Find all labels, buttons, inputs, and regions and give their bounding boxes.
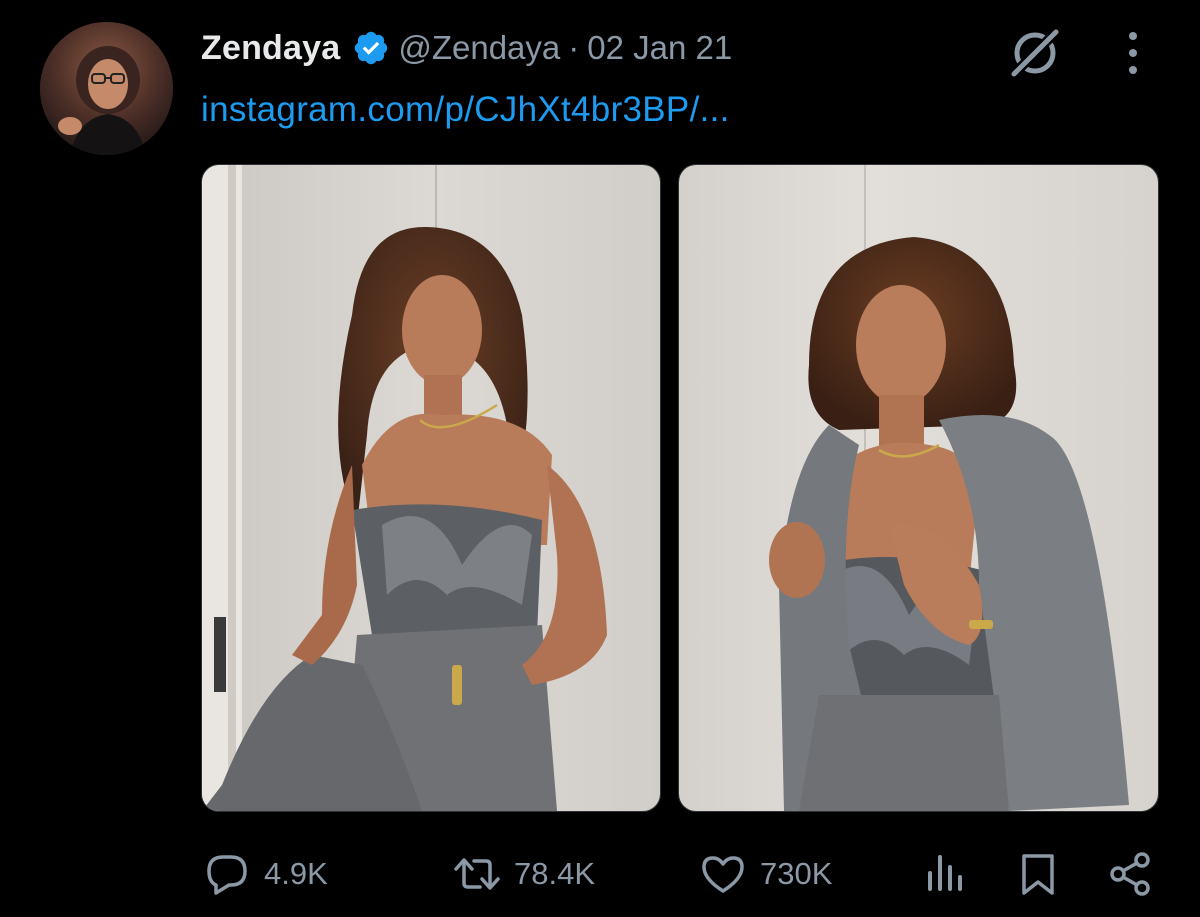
share-icon (1110, 852, 1150, 896)
share-button[interactable] (1106, 846, 1156, 902)
verified-badge-icon (352, 29, 390, 67)
retweet-count: 78.4K (514, 856, 596, 891)
tweet-link[interactable]: instagram.com/p/CJhXt4br3BP/... (201, 90, 730, 130)
retweet-icon (454, 858, 500, 890)
action-bar: 4.9K 78.4K 730K (0, 846, 1200, 902)
more-vertical-icon[interactable] (1116, 28, 1150, 78)
bookmark-button[interactable] (1013, 846, 1063, 902)
photo-1 (202, 165, 660, 811)
avatar[interactable] (40, 22, 173, 155)
avatar-image (40, 22, 173, 155)
like-count: 730K (760, 856, 833, 891)
media-image-1[interactable] (201, 164, 661, 812)
tweet-date[interactable]: 02 Jan 21 (587, 29, 732, 67)
separator-dot: · (568, 29, 580, 66)
reply-icon (207, 855, 247, 895)
like-button[interactable]: 730K (698, 846, 832, 902)
views-icon (928, 855, 962, 891)
media-image-2[interactable] (678, 164, 1159, 812)
reply-count: 4.9K (264, 856, 328, 891)
author-handle[interactable]: @Zendaya (398, 29, 560, 67)
grok-icon[interactable] (1004, 24, 1066, 82)
tweet-header: Zendaya @Zendaya · 02 Jan 21 (201, 26, 732, 70)
views-button[interactable] (920, 846, 970, 902)
heart-icon (702, 856, 744, 893)
bookmark-icon (1022, 854, 1054, 895)
tweet-card[interactable]: Zendaya @Zendaya · 02 Jan 21 instagram.c… (0, 0, 1200, 917)
reply-button[interactable]: 4.9K (202, 846, 328, 902)
photo-2 (679, 165, 1158, 811)
display-name[interactable]: Zendaya (201, 29, 340, 68)
retweet-button[interactable]: 78.4K (452, 846, 595, 902)
